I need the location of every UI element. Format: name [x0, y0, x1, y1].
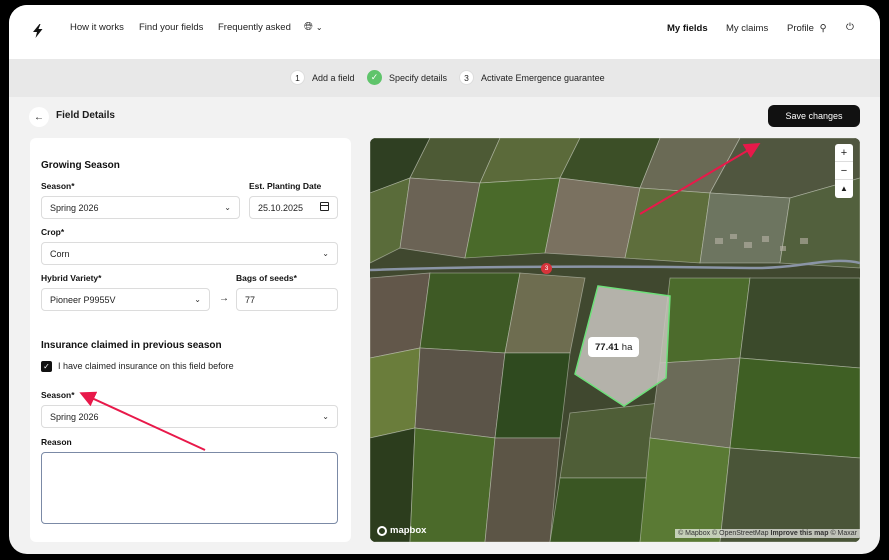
previous-season-label: Season* — [41, 390, 75, 400]
zoom-in-button[interactable]: + — [835, 144, 853, 162]
step-label: Add a field — [312, 72, 355, 83]
planting-date-label: Est. Planting Date — [249, 181, 322, 191]
crop-select[interactable]: Corn ⌄ — [41, 242, 338, 265]
planting-date-value: 25.10.2025 — [258, 202, 304, 213]
reason-textarea[interactable] — [41, 452, 338, 524]
nav-my-claims[interactable]: My claims — [726, 23, 768, 34]
chevron-down-icon: ⌄ — [224, 203, 231, 212]
nav-how-it-works[interactable]: How it works — [70, 22, 124, 33]
step-number: 1 — [290, 70, 305, 85]
nav-profile[interactable]: Profile ⚲ — [787, 23, 827, 34]
bags-of-seeds-label: Bags of seeds* — [236, 273, 297, 283]
language-selector[interactable]: 🌐︎ ⌄ — [304, 21, 323, 34]
logout-icon[interactable]: ⏻ — [846, 22, 854, 33]
road-shield: 3 — [541, 263, 552, 274]
previous-season-select[interactable]: Spring 2026 ⌄ — [41, 405, 338, 428]
reason-label: Reason — [41, 437, 72, 447]
nav-frequently-asked[interactable]: Frequently asked — [218, 22, 291, 33]
nav-find-your-fields[interactable]: Find your fields — [139, 22, 203, 33]
brand-logo[interactable] — [29, 22, 47, 40]
hybrid-variety-select[interactable]: Pioneer P9955V ⌄ — [41, 288, 210, 311]
calendar-icon[interactable] — [320, 202, 329, 211]
chevron-down-icon: ⌄ — [322, 249, 329, 258]
crop-label: Crop* — [41, 227, 65, 237]
mapbox-logo-text: mapbox — [390, 525, 427, 536]
attribution-text[interactable]: © Mapbox © OpenStreetMap — [678, 530, 768, 537]
compass-reset-button[interactable]: ▲ — [835, 180, 853, 198]
chevron-down-icon: ⌄ — [194, 295, 201, 304]
step-add-field[interactable]: 1 Add a field — [290, 70, 355, 85]
zoom-out-button[interactable]: − — [835, 162, 853, 180]
attribution-maxar[interactable]: © Maxar — [830, 530, 857, 537]
season-value: Spring 2026 — [50, 202, 99, 213]
previous-season-value: Spring 2026 — [50, 411, 99, 422]
chevron-down-icon: ⌄ — [315, 23, 323, 32]
bags-of-seeds-value: 77 — [245, 294, 256, 305]
growing-season-title: Growing Season — [41, 160, 120, 171]
season-label: Season* — [41, 181, 75, 191]
insurance-section-title: Insurance claimed in previous season — [41, 340, 222, 351]
mapbox-icon — [377, 525, 387, 536]
step-number: 3 — [459, 70, 474, 85]
crop-value: Corn — [50, 248, 70, 259]
arrow-right-icon: → — [219, 293, 229, 304]
page-title: Field Details — [56, 110, 115, 121]
chevron-down-icon: ⌄ — [322, 412, 329, 421]
arrow-left-icon: ← — [34, 111, 44, 123]
field-details-form: Growing Season Season* Spring 2026 ⌄ Est… — [30, 138, 351, 542]
back-button[interactable]: ← — [29, 107, 49, 127]
bags-of-seeds-input[interactable]: 77 — [236, 288, 338, 311]
field-map[interactable]: 3 + − ▲ 77.41 ha mapbox © Mapbox © OpenS… — [370, 138, 860, 542]
field-area-label: 77.41 ha — [588, 337, 640, 357]
step-activate-guarantee[interactable]: 3 Activate Emergence guarantee — [459, 70, 605, 85]
season-select[interactable]: Spring 2026 ⌄ — [41, 196, 240, 219]
field-area-value: 77.41 — [595, 341, 619, 353]
compass-icon: ▲ — [840, 184, 848, 193]
save-changes-button[interactable]: Save changes — [768, 105, 860, 127]
nav-profile-label: Profile — [787, 23, 814, 34]
app-window: How it works Find your fields Frequently… — [9, 5, 880, 554]
step-label: Activate Emergence guarantee — [481, 72, 605, 83]
top-navigation: How it works Find your fields Frequently… — [9, 5, 880, 59]
map-zoom-controls: + − ▲ — [835, 144, 853, 198]
hybrid-variety-label: Hybrid Variety* — [41, 273, 102, 283]
nav-my-fields[interactable]: My fields — [667, 23, 708, 34]
step-label: Specify details — [389, 72, 448, 83]
improve-map-link[interactable]: Improve this map — [771, 530, 829, 537]
progress-stepper: 1 Add a field ✓ Specify details 3 Activa… — [9, 59, 880, 97]
map-attribution: © Mapbox © OpenStreetMap Improve this ma… — [675, 529, 860, 538]
mapbox-logo[interactable]: mapbox — [377, 525, 426, 536]
road-shield-number: 3 — [544, 265, 549, 272]
check-icon: ✓ — [367, 70, 382, 85]
user-icon: ⚲ — [819, 23, 827, 34]
claimed-insurance-label[interactable]: I have claimed insurance on this field b… — [58, 361, 234, 371]
hybrid-variety-value: Pioneer P9955V — [50, 294, 116, 305]
field-area-unit: ha — [621, 341, 633, 353]
logo-icon — [33, 24, 43, 38]
step-specify-details[interactable]: ✓ Specify details — [367, 70, 447, 85]
globe-icon: 🌐︎ — [304, 21, 313, 33]
planting-date-input[interactable]: 25.10.2025 — [249, 196, 338, 219]
claimed-insurance-checkbox[interactable]: ✓ — [41, 361, 52, 372]
